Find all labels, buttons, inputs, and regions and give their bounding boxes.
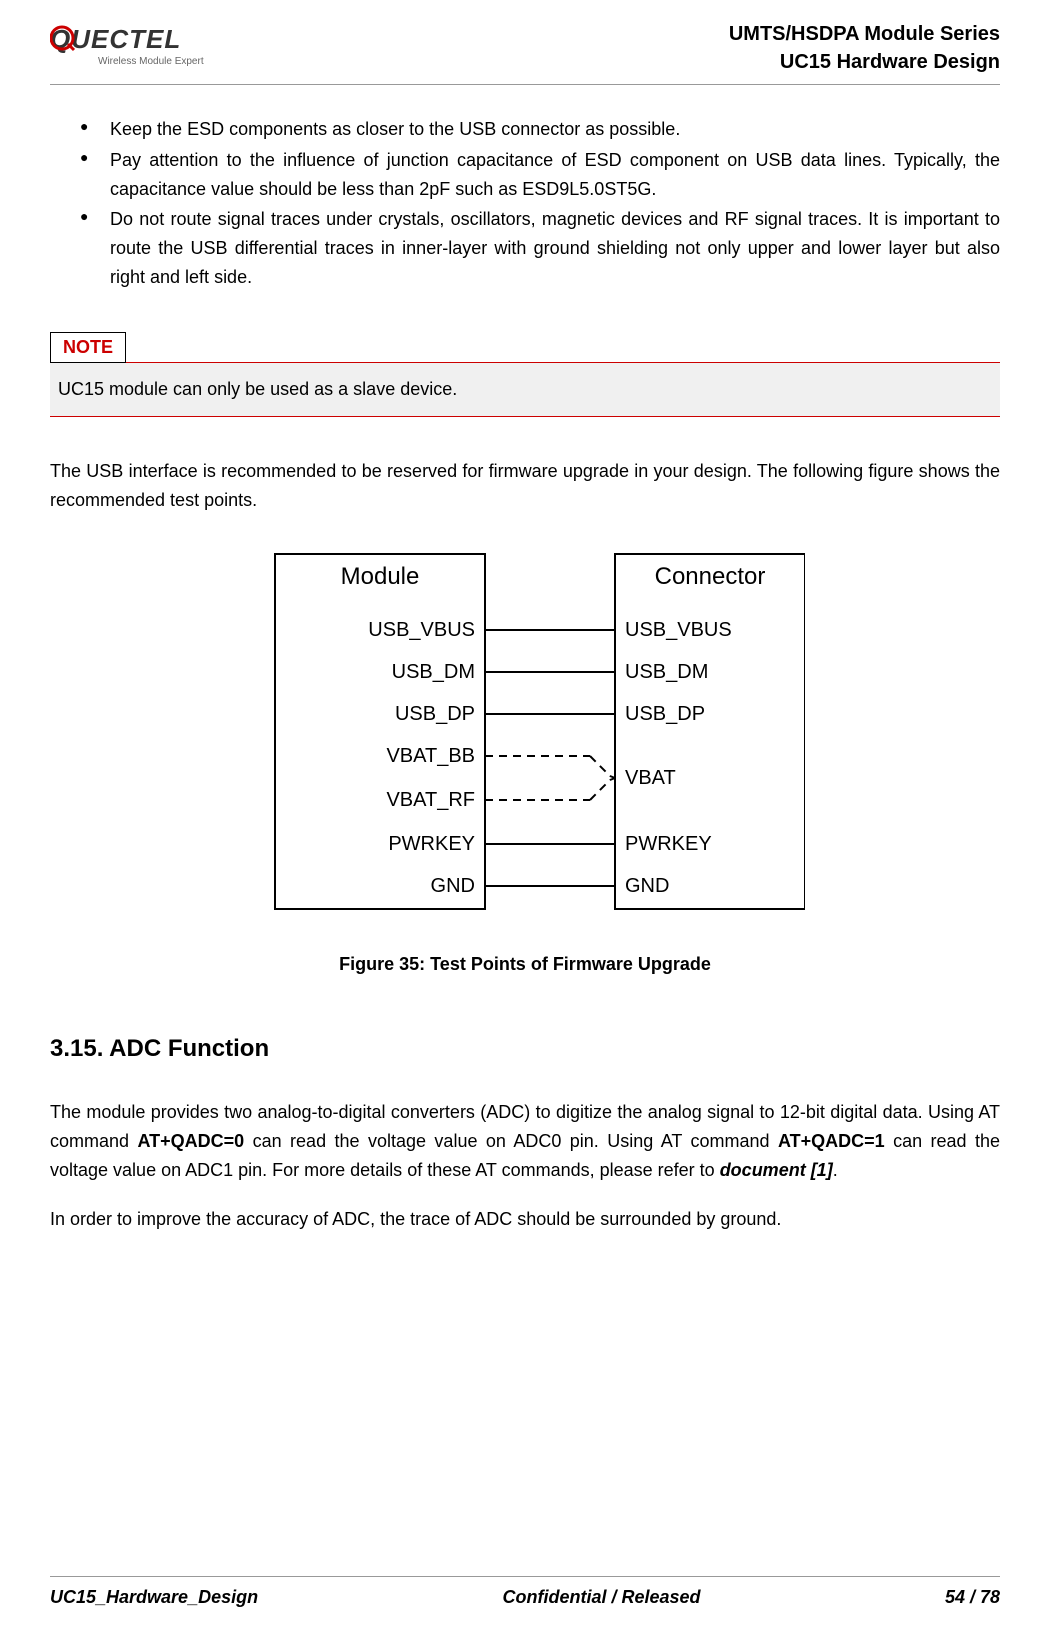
page-header: QUECTEL Wireless Module Expert UMTS/HSDP… (50, 20, 1000, 85)
adc-paragraph-1: The module provides two analog-to-digita… (50, 1098, 1000, 1184)
note-content: UC15 module can only be used as a slave … (50, 362, 1000, 417)
section-heading: 3.15. ADC Function (50, 1035, 1000, 1063)
adc-paragraph-2: In order to improve the accuracy of ADC,… (50, 1205, 1000, 1234)
logo: QUECTEL Wireless Module Expert (50, 20, 250, 70)
diagram-connector-label: Connector (655, 563, 766, 590)
quectel-logo: QUECTEL Wireless Module Expert (50, 20, 250, 70)
pin-label: USB_VBUS (625, 619, 732, 641)
pin-label: USB_DM (625, 661, 708, 683)
paragraph: The USB interface is recommended to be r… (50, 457, 1000, 515)
pin-label: PWRKEY (388, 833, 475, 855)
footer-right: 54 / 78 (945, 1587, 1000, 1608)
pin-label: VBAT_BB (386, 745, 475, 767)
pin-label: USB_DP (625, 703, 705, 725)
page-footer: UC15_Hardware_Design Confidential / Rele… (50, 1576, 1000, 1608)
pin-label: USB_VBUS (368, 619, 475, 641)
pin-label: GND (431, 875, 475, 897)
diagram-module-label: Module (341, 563, 420, 590)
figure-caption: Figure 35: Test Points of Firmware Upgra… (50, 954, 1000, 975)
doc-series: UMTS/HSDPA Module Series (729, 20, 1000, 48)
bullet-item: Pay attention to the influence of juncti… (80, 146, 1000, 204)
bullet-item: Keep the ESD components as closer to the… (80, 115, 1000, 144)
figure-container: Module USB_VBUS USB_DM USB_DP VBAT_BB VB… (50, 544, 1000, 929)
bullet-item: Do not route signal traces under crystal… (80, 205, 1000, 291)
pin-label: VBAT_RF (386, 789, 475, 811)
pin-label: GND (625, 875, 669, 897)
bullet-list: Keep the ESD components as closer to the… (50, 115, 1000, 292)
header-title: UMTS/HSDPA Module Series UC15 Hardware D… (729, 20, 1000, 76)
pin-label: USB_DM (392, 661, 475, 683)
footer-left: UC15_Hardware_Design (50, 1587, 258, 1608)
doc-title: UC15 Hardware Design (729, 48, 1000, 76)
test-points-diagram: Module USB_VBUS USB_DM USB_DP VBAT_BB VB… (245, 544, 805, 924)
note-box: NOTE UC15 module can only be used as a s… (50, 332, 1000, 417)
footer-center: Confidential / Released (503, 1587, 701, 1608)
pin-label: PWRKEY (625, 833, 712, 855)
note-label: NOTE (50, 332, 126, 363)
pin-label: VBAT (625, 767, 676, 789)
pin-label: USB_DP (395, 703, 475, 725)
svg-text:Wireless Module Expert: Wireless Module Expert (98, 56, 204, 67)
